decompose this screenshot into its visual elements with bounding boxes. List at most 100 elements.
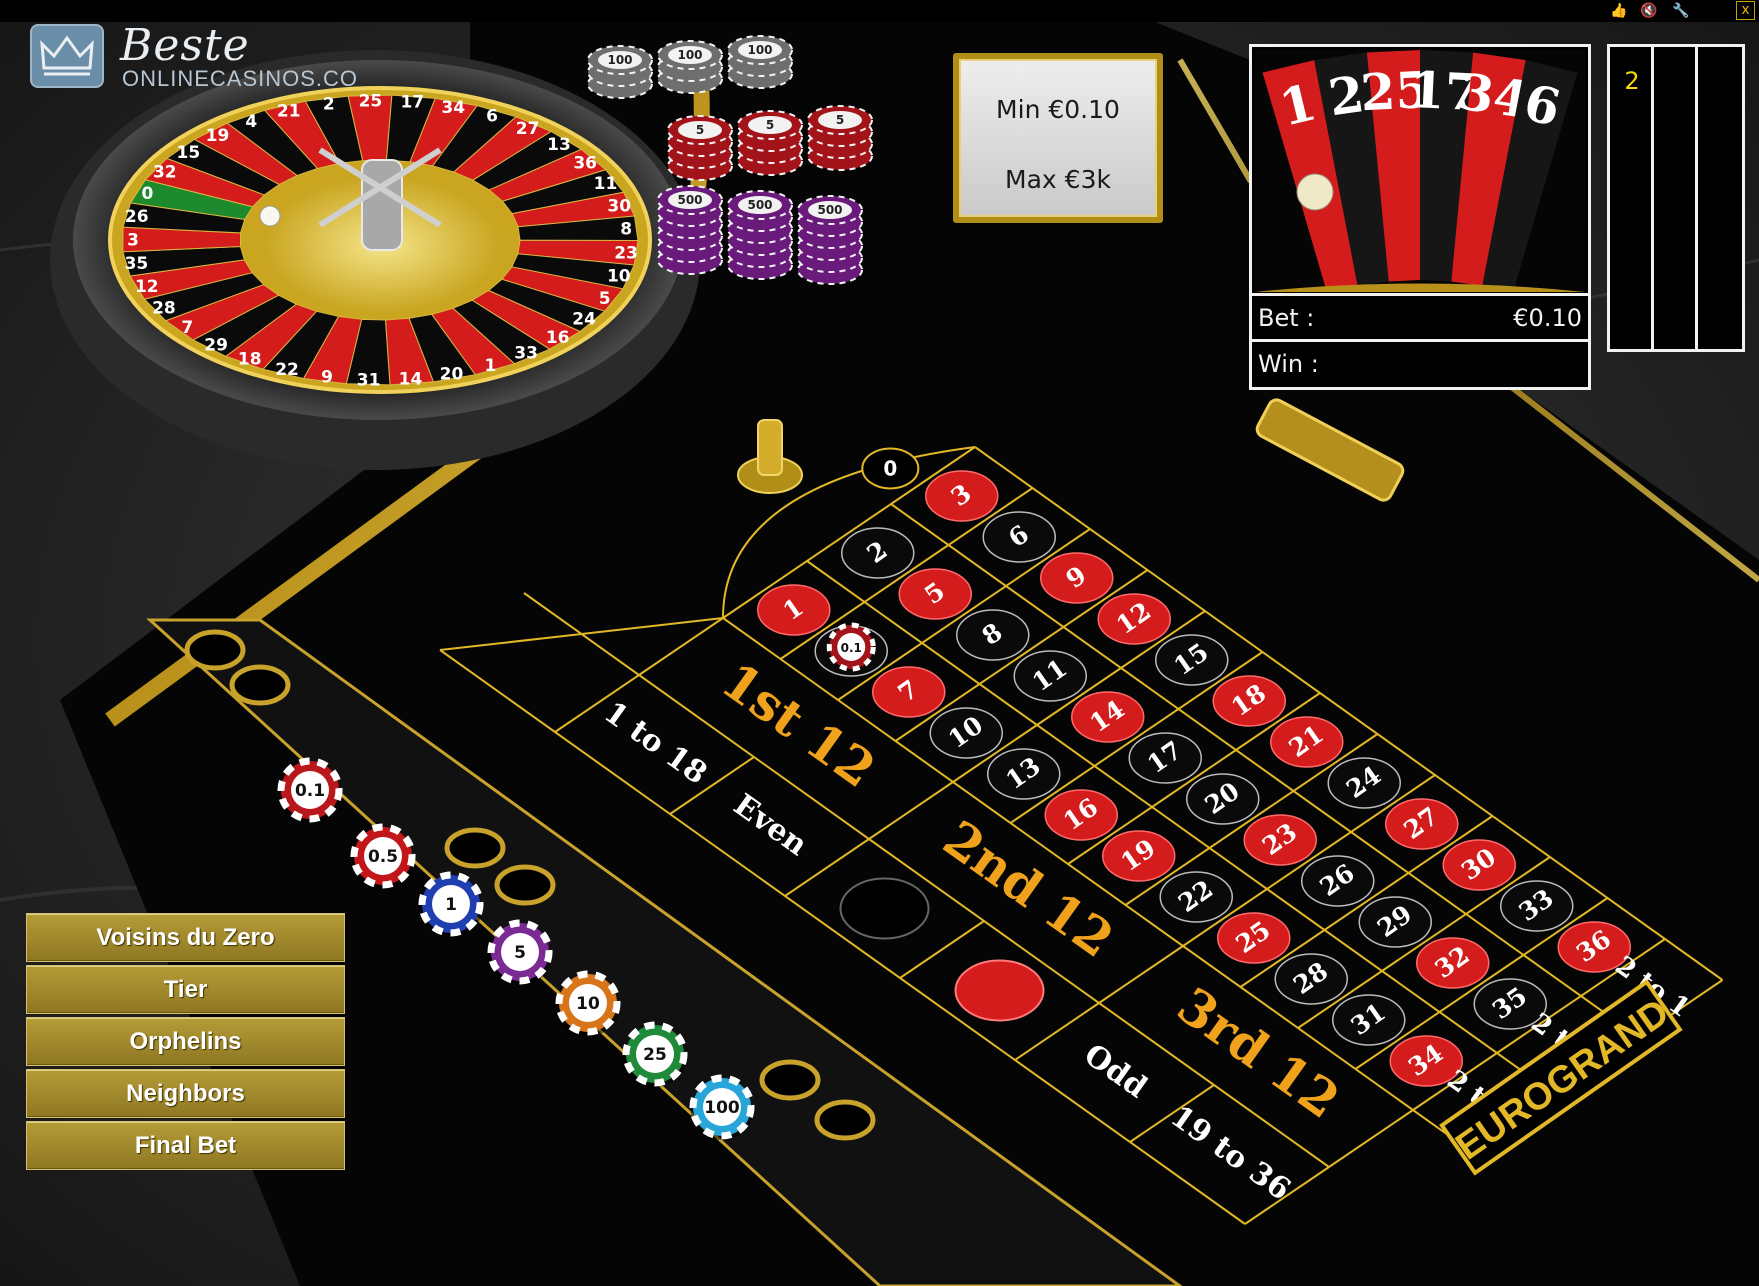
wheel-number: 9 xyxy=(321,367,333,387)
wheel-ball xyxy=(259,205,281,227)
stack-label: 5 xyxy=(696,123,704,137)
chip-stack: 5 xyxy=(667,115,733,181)
chip-stack: 100 xyxy=(587,45,653,99)
stack-label: 5 xyxy=(836,113,844,127)
table-limits-plaque: Min €0.10 Max €3k xyxy=(953,53,1163,223)
wheel-number: 17 xyxy=(400,93,424,113)
wheel-number: 19 xyxy=(206,126,230,146)
wheel-number: 2 xyxy=(323,95,335,115)
thumbs-up-icon[interactable]: 👍 xyxy=(1610,2,1628,20)
chip-label: 5 xyxy=(514,943,526,963)
chip-label: 10 xyxy=(576,994,600,1014)
placed-chip-label: 0.1 xyxy=(841,641,862,655)
max-bet-limit: Max €3k xyxy=(1005,165,1111,194)
wheel-number: 34 xyxy=(441,98,465,118)
min-bet-limit: Min €0.10 xyxy=(996,95,1120,124)
history-column: 2 xyxy=(1610,47,1654,349)
chip-label: 25 xyxy=(643,1045,667,1065)
wheel-spindle xyxy=(361,159,403,251)
wheel-number: 33 xyxy=(514,343,538,363)
history-column xyxy=(1654,47,1698,349)
chip-label: 0.1 xyxy=(295,781,325,801)
bet-value: €0.10 xyxy=(1513,304,1582,332)
wheel-number: 18 xyxy=(238,350,262,370)
site-logo[interactable]: Beste ONLINECASINOS.CO xyxy=(30,20,360,94)
call-bets-menu: Voisins du Zero Tier Orphelins Neighbors… xyxy=(26,913,345,1173)
close-button[interactable]: x xyxy=(1736,1,1755,20)
stack-label: 100 xyxy=(607,53,632,67)
logo-title: Beste xyxy=(120,20,250,71)
chip-label: 0.5 xyxy=(368,847,398,867)
stack-label: 500 xyxy=(817,203,842,217)
wheel-number: 3 xyxy=(127,230,139,250)
closeup-ball xyxy=(1296,173,1334,211)
top-bar: 👍 🔇 🔧 x xyxy=(0,0,1759,22)
chip-stack: 500 xyxy=(727,190,793,280)
history-column xyxy=(1698,47,1742,349)
stack-label: 100 xyxy=(677,48,702,62)
stack-label: 500 xyxy=(747,198,772,212)
wheel-number: 14 xyxy=(399,369,423,389)
wheel-number: 22 xyxy=(275,360,299,380)
bet-row: Bet : €0.10 xyxy=(1252,293,1588,339)
bet-label: Bet : xyxy=(1258,304,1315,332)
chip-stack: 100 xyxy=(727,35,793,89)
results-history: 2 xyxy=(1607,44,1745,352)
wheel-number: 28 xyxy=(152,299,176,319)
win-row: Win : xyxy=(1252,339,1588,385)
wheel-number: 15 xyxy=(177,143,201,163)
result-panel: 1 2 25 17 34 6 Bet : €0.10 Win : xyxy=(1249,44,1591,390)
wheel-number: 10 xyxy=(607,267,631,287)
wheel-number: 1 xyxy=(484,356,496,376)
roulette-game: 0 32 15 19 4 21 2 25 17 34 6 27 13 36 11 30 8 23 10 5 24 16 33… xyxy=(0,0,1759,1286)
orphelins-button[interactable]: Orphelins xyxy=(26,1017,345,1066)
wheel-number: 4 xyxy=(245,112,257,132)
chip-stack: 500 xyxy=(797,195,863,285)
wheel-closeup: 1 2 25 17 34 6 xyxy=(1255,50,1585,292)
wheel-number: 24 xyxy=(572,310,596,330)
stack-label: 100 xyxy=(747,43,772,57)
wheel-number: 13 xyxy=(547,135,571,155)
logo-subtitle: ONLINECASINOS.CO xyxy=(122,66,359,91)
win-label: Win : xyxy=(1258,350,1319,378)
wheel-number: 5 xyxy=(599,289,611,309)
wheel-number: 16 xyxy=(546,328,570,348)
wheel-number: 11 xyxy=(594,174,618,194)
wheel-number: 30 xyxy=(607,196,631,216)
red-bet[interactable] xyxy=(954,959,1045,1022)
wheel-number: 35 xyxy=(125,254,149,274)
black-bet[interactable] xyxy=(839,877,930,940)
wheel-number: 6 xyxy=(486,107,498,127)
final-bet-button[interactable]: Final Bet xyxy=(26,1121,345,1170)
wheel-number: 36 xyxy=(573,153,597,173)
stack-label: 500 xyxy=(677,193,702,207)
wheel-number: 32 xyxy=(153,163,177,183)
chip-label: 1 xyxy=(445,895,457,915)
chip-stack: 5 xyxy=(807,105,873,171)
crown-icon xyxy=(30,24,104,88)
voisins-du-zero-button[interactable]: Voisins du Zero xyxy=(26,913,345,962)
wrench-icon[interactable]: 🔧 xyxy=(1672,2,1690,20)
tier-button[interactable]: Tier xyxy=(26,965,345,1014)
closeup-rim xyxy=(1255,283,1585,292)
neighbors-button[interactable]: Neighbors xyxy=(26,1069,345,1118)
wheel-number: 21 xyxy=(277,101,301,121)
wheel-number: 8 xyxy=(620,220,632,240)
mute-icon[interactable]: 🔇 xyxy=(1640,2,1658,20)
wheel-number: 0 xyxy=(141,184,153,204)
wheel-number: 29 xyxy=(204,335,228,355)
wheel-number: 25 xyxy=(359,92,383,112)
wheel-number: 7 xyxy=(181,318,193,338)
wheel-number: 12 xyxy=(135,277,159,297)
wheel-number: 26 xyxy=(125,207,149,227)
chip-stack: 500 xyxy=(657,185,723,275)
number-zero-label: 0 xyxy=(883,456,897,480)
stack-label: 5 xyxy=(766,118,774,132)
chip-stack: 100 xyxy=(657,40,723,94)
wheel-number: 23 xyxy=(614,243,638,263)
wheel-number: 27 xyxy=(516,119,540,139)
chip-label: 100 xyxy=(704,1098,740,1118)
history-number: 2 xyxy=(1624,67,1640,95)
chip-stack: 5 xyxy=(737,110,803,176)
wheel-number: 20 xyxy=(440,365,464,385)
